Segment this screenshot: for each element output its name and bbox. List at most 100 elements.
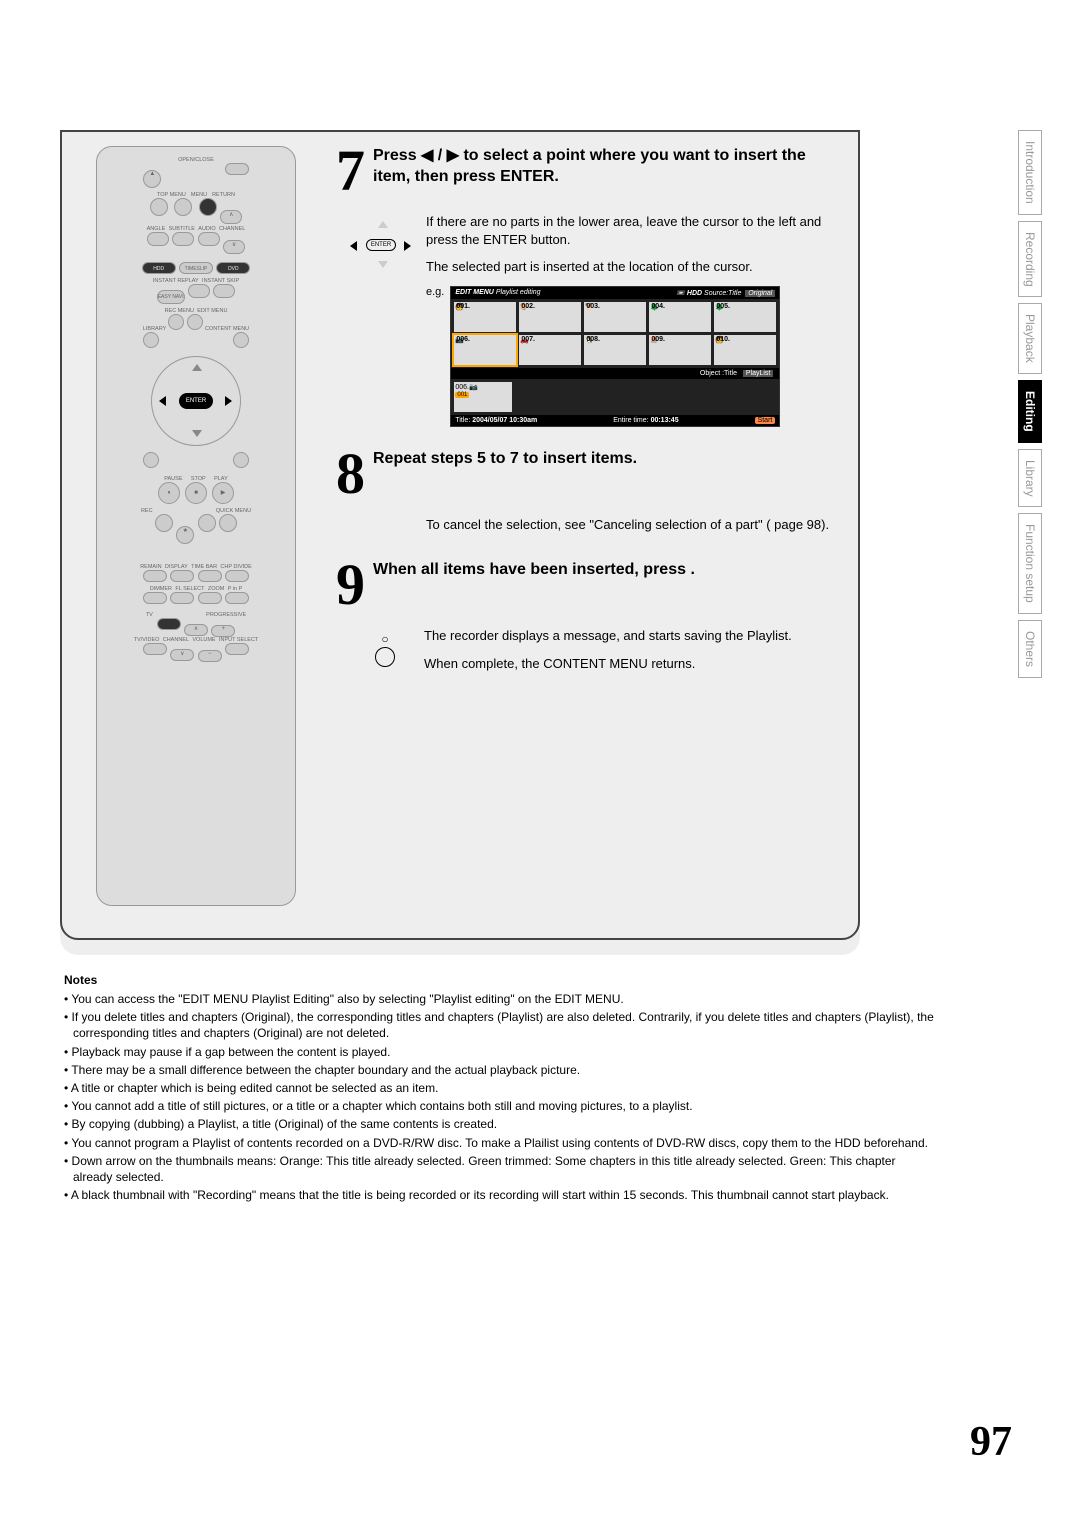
return-button — [199, 198, 217, 216]
chpdivide-button — [225, 570, 249, 582]
tab-playback[interactable]: Playback — [1018, 303, 1042, 374]
skip-back-button — [143, 452, 159, 468]
note-item: There may be a small difference between … — [64, 1062, 936, 1078]
enter-pad-icon: ENTER — [342, 219, 412, 269]
tab-others[interactable]: Others — [1018, 620, 1042, 678]
tab-recording[interactable]: Recording — [1018, 221, 1042, 298]
zoom-button — [198, 592, 222, 604]
note-item: You can access the "EDIT MENU Playlist E… — [64, 991, 936, 1007]
lbl: TV — [146, 612, 153, 618]
thumb-008: 008.🐧 — [584, 335, 646, 365]
subtitle-button — [172, 232, 194, 246]
step-9: 9 When all items have been inserted, pre… — [336, 560, 836, 609]
circle-button — [198, 514, 216, 532]
tab-editing[interactable]: Editing — [1018, 380, 1042, 443]
vol-up-button: + — [211, 625, 235, 637]
tv-power-button — [157, 618, 181, 630]
step-7-desc-1: If there are no parts in the lower area,… — [426, 213, 836, 248]
step-8-desc: To cancel the selection, see "Canceling … — [426, 516, 836, 534]
section-tabs: Introduction Recording Playback Editing … — [1018, 130, 1044, 684]
step-7-desc-2: The selected part is inserted at the loc… — [426, 258, 836, 276]
lbl: REC — [141, 508, 153, 514]
enter-label: ENTER — [366, 239, 396, 251]
ch-up-button: ∧ — [220, 210, 242, 224]
note-item: If you delete titles and chapters (Origi… — [64, 1009, 936, 1041]
audio-button — [198, 232, 220, 246]
step-number: 7 — [336, 146, 365, 195]
notes-section: Notes You can access the "EDIT MENU Play… — [60, 973, 940, 1203]
thumb-002: 002.🐎 — [519, 302, 581, 332]
step-9-desc-1: The recorder displays a message, and sta… — [424, 627, 836, 645]
object-thumb: 006.📷 001 — [454, 382, 512, 412]
thumb-010: 010.🧑 — [714, 335, 776, 365]
thumb-004: 004.🌲 — [649, 302, 711, 332]
rec-button — [155, 514, 173, 532]
instant-skip-button — [213, 284, 235, 298]
vol-down-button: − — [198, 650, 222, 662]
library-button — [143, 332, 159, 348]
thumb-009: 009.⛵ — [649, 335, 711, 365]
rec-menu-button — [168, 314, 184, 330]
input-select-button — [225, 643, 249, 655]
note-item: Playback may pause if a gap between the … — [64, 1044, 936, 1060]
tab-introduction[interactable]: Introduction — [1018, 130, 1042, 215]
hdd-button: HDD — [142, 262, 176, 274]
angle-button — [147, 232, 169, 246]
instant-replay-button — [188, 284, 210, 298]
notes-heading: Notes — [64, 973, 936, 987]
note-item: By copying (dubbing) a Playlist, a title… — [64, 1116, 936, 1132]
top-menu-button — [150, 198, 168, 216]
step-7-title: Press ◀ / ▶ to select a point where you … — [373, 146, 836, 188]
menu-button — [174, 198, 192, 216]
start-button: Start — [755, 417, 776, 424]
tvvideo-button — [143, 643, 167, 655]
dimmer-button — [143, 592, 167, 604]
edit-menu-button — [187, 314, 203, 330]
star-button: ★ — [176, 526, 194, 544]
thumb-003: 003.🐕 — [584, 302, 646, 332]
enter-button: ENTER — [179, 393, 213, 409]
thumb-001: 001.🧑 — [454, 302, 516, 332]
step-8: 8 Repeat steps 5 to 7 to insert items. — [336, 449, 836, 498]
play-button: ▶ — [212, 482, 234, 504]
tab-library[interactable]: Library — [1018, 449, 1042, 508]
note-item: A black thumbnail with "Recording" means… — [64, 1187, 936, 1203]
note-item: A title or chapter which is being edited… — [64, 1080, 936, 1096]
dvd-button: DVD — [216, 262, 250, 274]
tab-function-setup[interactable]: Function setup — [1018, 513, 1042, 614]
remote-illustration: OPEN/CLOSE ▲ TOP MENU MENU RETURN — [76, 146, 316, 906]
pause-button: ⏸ — [158, 482, 180, 504]
left-arrow-icon — [159, 396, 166, 406]
right-arrow-icon — [225, 396, 232, 406]
flselect-button — [170, 592, 194, 604]
step-9-title: When all items have been inserted, press… — [373, 560, 836, 581]
step-8-title: Repeat steps 5 to 7 to insert items. — [373, 449, 836, 470]
skip-fwd-button — [233, 452, 249, 468]
ch-down2-button: ∨ — [170, 649, 194, 661]
timebar-button — [198, 570, 222, 582]
power-button — [225, 163, 249, 175]
timeslip-button: TIMESLIP — [179, 262, 213, 274]
ch-down-button: ∨ — [223, 240, 245, 254]
up-arrow-icon — [192, 364, 202, 371]
step-7: 7 Press ◀ / ▶ to select a point where yo… — [336, 146, 836, 195]
remain-button — [143, 570, 167, 582]
pinp-button — [225, 592, 249, 604]
step-9-desc-2: When complete, the CONTENT MENU returns. — [424, 655, 836, 673]
note-item: You cannot add a title of still pictures… — [64, 1098, 936, 1114]
eject-button: ▲ — [143, 170, 161, 188]
content-menu-button — [233, 332, 249, 348]
ch-up2-button: ∧ — [184, 624, 208, 636]
direction-pad: ENTER — [151, 356, 241, 446]
page-content: OPEN/CLOSE ▲ TOP MENU MENU RETURN — [60, 130, 1000, 1205]
display-button — [170, 570, 194, 582]
thumb-007: 007.🚗 — [519, 335, 581, 365]
eg-label: e.g. — [426, 286, 444, 298]
step-number: 8 — [336, 449, 365, 498]
stop-button: ■ — [185, 482, 207, 504]
thumb-006: 006.📷 — [454, 335, 516, 365]
note-item: You cannot program a Playlist of content… — [64, 1135, 936, 1151]
page-number: 97 — [970, 1418, 1012, 1466]
edit-menu-screenshot: EDIT MENU Playlist editing 📼 HDD Source:… — [450, 286, 780, 427]
quick-menu-button — [219, 514, 237, 532]
